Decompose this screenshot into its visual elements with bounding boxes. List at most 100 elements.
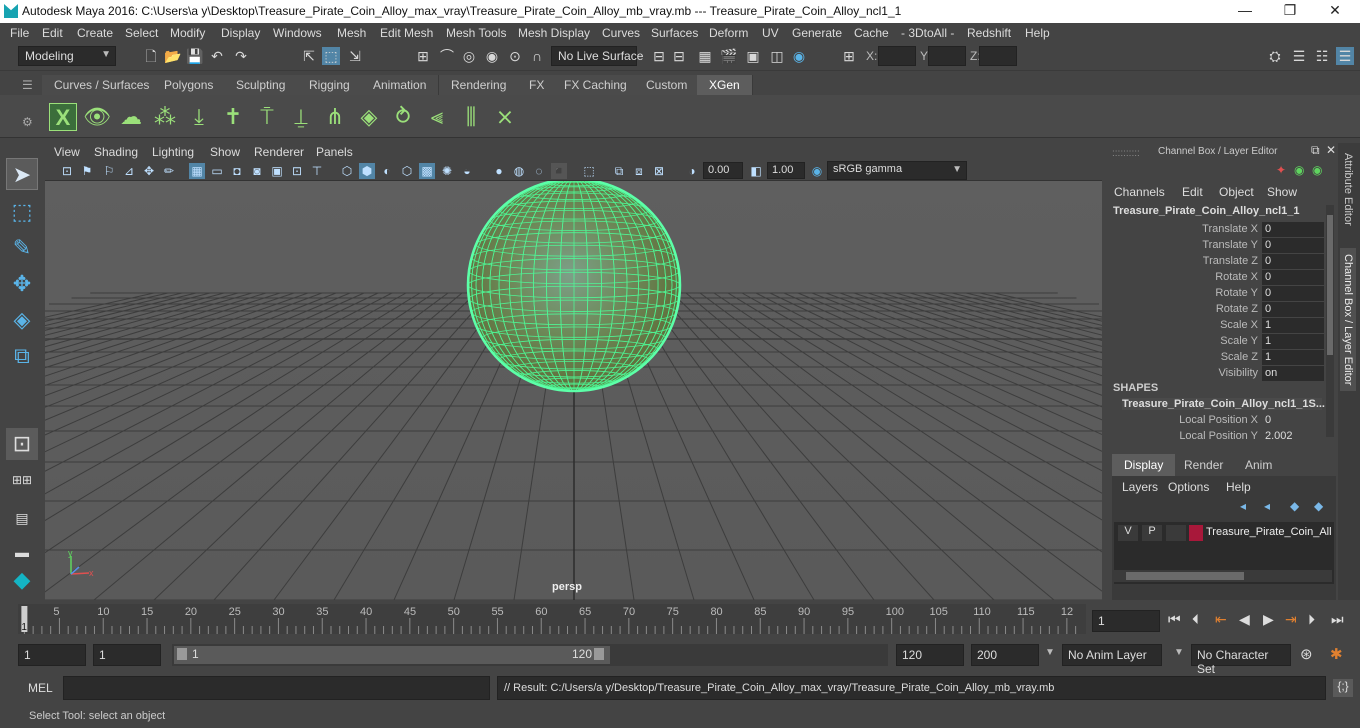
layer-tab-display[interactable]: Display [1112,454,1176,476]
close-panel-icon[interactable]: ✕ [1326,143,1336,157]
time-slider[interactable]: 5 10 15 20 25 30 35 40 45 50 55 60 65 70 75 80 85 90 95 100… [18,604,1086,634]
menu-mesh-tools[interactable]: Mesh Tools [446,26,506,40]
attribute-editor-tab[interactable]: Attribute Editor [1342,153,1354,226]
gate-mask-icon[interactable]: ◙ [249,163,265,179]
screen-space-ao-icon[interactable]: ● [491,163,507,179]
default-lighting-icon[interactable]: ◐ [379,163,395,179]
shadows-icon[interactable]: ◒ [459,163,475,179]
panel-grip-icon[interactable]: :::::::::: [1112,148,1140,159]
xgen-cut-icon[interactable]: ⫼ [457,103,485,131]
field-chart-icon[interactable]: ▣ [269,163,285,179]
close-button[interactable]: ✕ [1315,2,1355,19]
colorspace-selector[interactable]: sRGB gamma ▼ [827,161,967,180]
attr-value-rotate-y[interactable]: 0 [1262,286,1324,301]
xgen-preview-eye-icon[interactable]: 👁 [83,103,111,131]
menu-surfaces[interactable]: Surfaces [651,26,698,40]
shelf-tab-sculpting[interactable]: Sculpting [224,75,299,95]
xgen-bend-icon[interactable]: ⥁ [389,103,417,131]
redo-icon[interactable]: ↷ [232,47,250,65]
new-scene-icon[interactable]: 🗋 [142,47,160,65]
select-component-icon[interactable]: ⇲ [346,47,364,65]
xgen-add-guides-icon[interactable]: ⁂ [151,103,179,131]
layer-menu-help[interactable]: Help [1226,480,1251,494]
color-management-icon[interactable]: ◉ [809,163,825,179]
undo-icon[interactable]: ↶ [208,47,226,65]
snap-view-icon[interactable]: ◉ [483,47,501,65]
safe-title-icon[interactable]: ⊤ [309,163,325,179]
render-frame-icon[interactable]: 🎬 [720,47,738,65]
layer-color-swatch[interactable] [1189,525,1203,541]
xray-components-icon[interactable]: ⊠ [651,163,667,179]
single-perspective-layout-icon[interactable]: ⊡ [6,428,38,460]
attr-value-rotate-z[interactable]: 0 [1262,302,1324,317]
layer-playback-toggle[interactable]: P [1142,525,1162,541]
attr-value-local-position-x[interactable]: 0 [1262,413,1324,428]
speed-icon[interactable]: ◉ [1294,163,1304,177]
channel-box-toggle-icon[interactable]: ☰ [1336,47,1354,65]
safe-action-icon[interactable]: ⊡ [289,163,305,179]
anim-layer-chevron-icon[interactable]: ▼ [1045,647,1055,658]
menu-deform[interactable]: Deform [709,26,748,40]
panel-menu-lighting[interactable]: Lighting [152,145,194,159]
new-layer-icon[interactable]: ◆ [1290,499,1299,513]
panel-menu-panels[interactable]: Panels [316,145,353,159]
input-ops-icon[interactable]: ⊟ [650,47,668,65]
smooth-shade-icon[interactable]: ⬢ [359,163,375,179]
snap-curve-icon[interactable]: ⌒ [438,47,456,65]
shelf-tab-curves-surfaces[interactable]: Curves / Surfaces [42,75,163,95]
xgen-layer-icon[interactable]: ◈ [355,103,383,131]
attr-value-scale-y[interactable]: 1 [1262,334,1324,349]
character-set-selector[interactable]: No Character Set [1191,644,1291,676]
menu-mesh[interactable]: Mesh [337,26,366,40]
shelf-tab-custom[interactable]: Custom [634,75,701,95]
step-forward-frame-icon[interactable]: ⏵ [1308,611,1315,628]
mode-selector[interactable]: Modeling ▼ [18,46,116,66]
xgen-sculpt-guide-icon[interactable]: ⍑ [253,103,281,131]
modeling-toolkit-icon[interactable]: ⛭ [1266,47,1284,65]
shelf-menu-icon[interactable]: ☰ [22,78,33,92]
shelf-tab-polygons[interactable]: Polygons [152,75,227,95]
playback-start-field[interactable]: 1 [93,644,161,666]
scale-tool-icon[interactable]: ⧉ [6,340,38,372]
layer-menu-layers[interactable]: Layers [1122,480,1158,494]
output-ops-icon[interactable]: ⊟ [670,47,688,65]
resolution-gate-icon[interactable]: ◘ [229,163,245,179]
panel-menu-shading[interactable]: Shading [94,145,138,159]
render-settings-icon[interactable]: ▦ [696,47,714,65]
layer-visibility-toggle[interactable]: V [1118,525,1138,541]
menu-mesh-display[interactable]: Mesh Display [518,26,590,40]
cb-menu-show[interactable]: Show [1267,185,1297,199]
pirate-coin-mesh[interactable] [466,181,682,393]
depth-of-field-icon[interactable]: ◾ [551,163,567,179]
shelf-tab-animation[interactable]: Animation [361,75,440,95]
attr-value-scale-x[interactable]: 1 [1262,318,1324,333]
menu-file[interactable]: File [10,26,29,40]
go-to-end-icon[interactable]: ⏭ [1331,611,1344,628]
menu-select[interactable]: Select [125,26,158,40]
range-start-grip[interactable] [177,648,187,660]
menu-windows[interactable]: Windows [273,26,322,40]
layer-tab-anim[interactable]: Anim [1233,454,1284,476]
shelf-tab-rigging[interactable]: Rigging [297,75,363,95]
tool-settings-toggle-icon[interactable]: ☷ [1313,47,1331,65]
move-layer-up-icon[interactable]: ◂ [1240,499,1246,513]
cb-menu-edit[interactable]: Edit [1182,185,1203,199]
film-gate-icon[interactable]: ▭ [209,163,225,179]
xgen-editor-icon[interactable]: X [49,103,77,131]
xgen-place-guides-icon[interactable]: ⤓ [185,103,213,131]
grid-toggle-icon[interactable]: ▦ [189,163,205,179]
move-layer-down-icon[interactable]: ◂ [1264,499,1270,513]
script-editor-icon[interactable]: {;} [1333,679,1353,697]
step-forward-key-icon[interactable]: ⇥ [1285,611,1297,628]
xray-joints-icon[interactable]: ⧈ [631,163,647,179]
render-view-icon[interactable]: ◫ [768,47,786,65]
shape-name[interactable]: Treasure_Pirate_Coin_Alloy_ncl1_1S... [1122,398,1325,410]
manipulator-icon[interactable]: ✦ [1276,163,1286,177]
exposure-icon[interactable]: ◑ [684,163,700,179]
ipr-render-icon[interactable]: ▣ [744,47,762,65]
gamma-field[interactable]: 1.00 [767,162,805,179]
textured-icon[interactable]: ▩ [419,163,435,179]
hypershade-icon[interactable]: ◉ [790,47,808,65]
select-object-icon[interactable]: ⬚ [322,47,340,65]
panel-menu-show[interactable]: Show [210,145,240,159]
